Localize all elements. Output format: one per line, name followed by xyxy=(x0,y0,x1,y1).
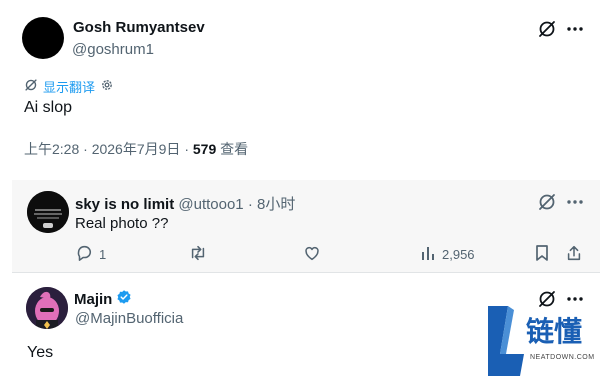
reply-button[interactable]: 1 xyxy=(75,240,106,268)
meta-separator-2: · xyxy=(184,141,189,157)
reply-action-bar: 1 2,956 xyxy=(0,240,588,270)
watermark-logo: 链懂 NEATDOWN.COM xyxy=(486,306,600,376)
share-button[interactable] xyxy=(565,240,583,268)
tweet-meta: 上午2:28 · 2026年7月9日 · 579 查看 xyxy=(24,139,248,159)
views-icon xyxy=(420,244,436,265)
author-handle[interactable]: @goshrum1 xyxy=(72,41,154,58)
meta-separator: · xyxy=(83,141,88,157)
verified-badge-icon xyxy=(116,289,132,310)
gear-icon[interactable] xyxy=(100,78,114,95)
watermark-sub: NEATDOWN.COM xyxy=(530,354,595,361)
reply-separator: · xyxy=(247,196,253,213)
retweet-icon xyxy=(188,244,208,265)
bookmark-button[interactable] xyxy=(534,240,550,268)
reply-icon xyxy=(75,244,93,265)
author-avatar[interactable] xyxy=(22,17,64,59)
reply-author-name[interactable]: sky is no limit xyxy=(75,196,174,213)
reply-header: sky is no limit @uttooo1 · 8小时 xyxy=(75,193,295,214)
reply-view-count: 2,956 xyxy=(442,246,475,262)
retweet-button[interactable] xyxy=(188,240,208,268)
author-name[interactable]: Gosh Rumyantsev xyxy=(73,19,205,36)
translate-icon xyxy=(24,78,38,95)
reply-more-icon[interactable] xyxy=(565,192,585,212)
third-author-name[interactable]: Majin xyxy=(74,291,112,308)
reply-text: Real photo ?? xyxy=(75,215,169,232)
like-button[interactable] xyxy=(303,240,321,268)
third-author-handle[interactable]: @MajinBuofficia xyxy=(75,310,183,327)
third-header: Majin xyxy=(74,289,132,310)
divider xyxy=(12,272,600,273)
reply-grok-icon[interactable] xyxy=(537,192,557,212)
reply-avatar[interactable] xyxy=(27,191,69,233)
tweet-text: Ai slop xyxy=(24,99,73,116)
majin-avatar[interactable] xyxy=(26,287,68,329)
reply-author-handle[interactable]: @uttooo1 xyxy=(178,196,243,213)
views-label: 查看 xyxy=(220,141,249,157)
heart-icon xyxy=(303,244,321,265)
grok-icon[interactable] xyxy=(537,19,557,39)
bookmark-icon xyxy=(534,244,550,265)
more-icon[interactable] xyxy=(565,19,585,39)
show-translation-link[interactable]: 显示翻译 xyxy=(43,77,95,96)
tweet-time[interactable]: 上午2:28 xyxy=(24,141,79,157)
watermark-brand: 链懂 xyxy=(526,315,583,348)
reply-age[interactable]: 8小时 xyxy=(257,196,295,213)
views-button[interactable]: 2,956 xyxy=(420,240,475,268)
view-count: 579 xyxy=(192,141,217,157)
translate-row: 显示翻译 xyxy=(24,77,114,95)
reply-count: 1 xyxy=(99,246,107,262)
share-icon xyxy=(565,244,583,265)
tweet-date[interactable]: 2026年7月9日 xyxy=(92,141,181,157)
third-tweet-text: Yes xyxy=(27,344,54,361)
